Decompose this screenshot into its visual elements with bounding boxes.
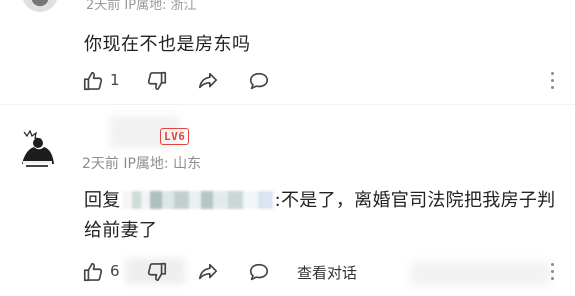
dislike-icon[interactable] [146,70,168,92]
blurred-area [410,262,550,286]
comment-meta: 2天前 IP属地: 山东 [82,156,202,172]
comment-icon[interactable] [248,261,270,283]
comment-icon[interactable] [248,70,270,92]
share-icon[interactable] [197,70,219,92]
like-icon[interactable] [82,70,104,92]
like-count: 1 [110,71,120,89]
avatar[interactable] [22,0,58,12]
more-icon[interactable] [549,72,555,92]
level-badge: LV6 [160,128,190,145]
comment-text: 回复:不是了，离婚官司法院把我房子判给前妻了 [84,186,564,246]
more-icon[interactable] [549,263,555,283]
share-icon[interactable] [197,261,219,283]
view-conversation-link[interactable]: 查看对话 [297,262,357,283]
comment-meta: 2天前 IP属地: 浙江 [86,0,197,13]
like-icon[interactable] [82,261,104,283]
redacted-mention [122,191,273,209]
like-count: 6 [110,262,120,280]
dislike-icon[interactable] [146,261,168,283]
avatar[interactable] [14,126,60,172]
reply-prefix: 回复 [84,190,121,211]
divider [0,104,575,105]
comment-text: 你现在不也是房东吗 [84,34,251,55]
